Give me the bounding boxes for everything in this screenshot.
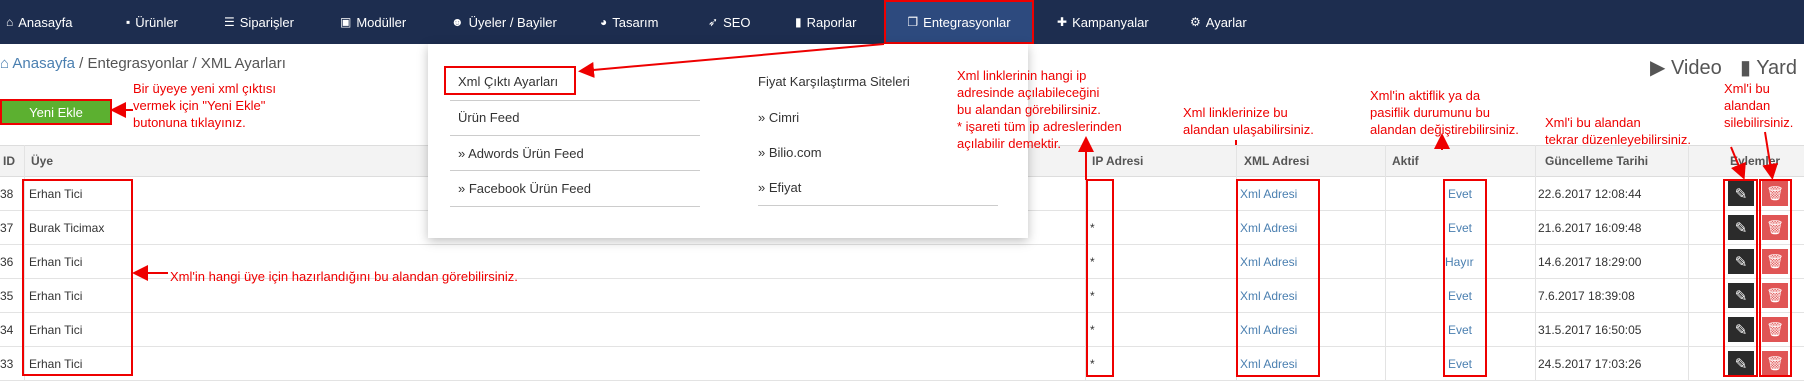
arrow-to-delete-column bbox=[1762, 131, 1779, 180]
arrow-to-xml-settings bbox=[578, 43, 885, 78]
annotation-arrows bbox=[110, 43, 1779, 281]
arrow-to-edit-column bbox=[1730, 146, 1746, 180]
